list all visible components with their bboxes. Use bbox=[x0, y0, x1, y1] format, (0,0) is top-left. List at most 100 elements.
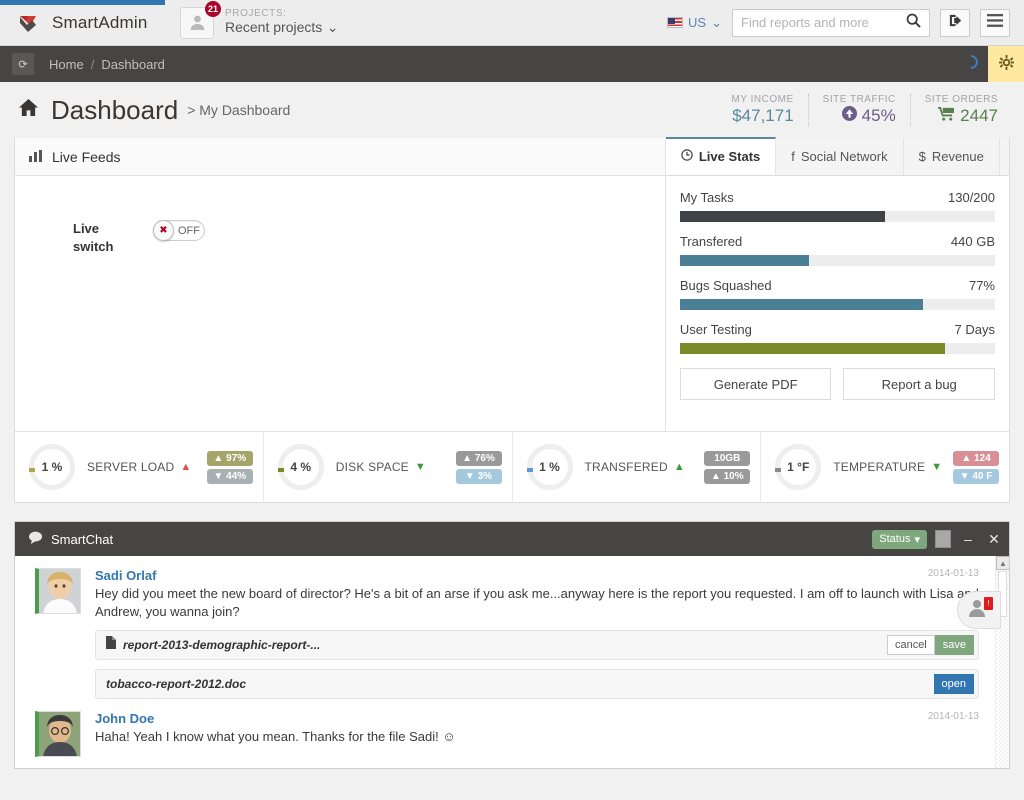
attachment-cancel-button[interactable]: cancel bbox=[886, 635, 935, 655]
page-title: Dashboard bbox=[51, 94, 179, 125]
trend-arrow-icon: ▲ bbox=[180, 461, 192, 473]
attachment-save-button[interactable]: save bbox=[934, 635, 974, 655]
smartchat-panel: SmartChat Status ▾ – ✕ Sadi Orlaf 2014-0… bbox=[14, 521, 1010, 769]
logout-icon bbox=[948, 13, 963, 33]
stat-bugs-squashed: Bugs Squashed 77% bbox=[679, 278, 995, 310]
chat-scrollbar[interactable]: ▲ bbox=[995, 556, 1009, 768]
attachment-filename: tobacco-report-2012.doc bbox=[106, 677, 247, 691]
live-switch-toggle[interactable]: ✖ OFF bbox=[153, 220, 205, 241]
chevron-down-icon: ⌄ bbox=[326, 19, 339, 35]
trend-arrow-icon: ▼ bbox=[931, 461, 943, 473]
kpi-my-income: MY INCOME $47,171 bbox=[718, 94, 809, 126]
metric-pill-high: 10GB bbox=[704, 450, 751, 466]
recent-projects-menu[interactable]: 21 PROJECTS: Recent projects ⌄ bbox=[180, 0, 339, 39]
gauge-value: 1 °F bbox=[787, 460, 810, 474]
close-button[interactable]: ✕ bbox=[985, 531, 1003, 548]
shopping-cart-icon bbox=[938, 106, 955, 126]
chat-author[interactable]: Sadi Orlaf bbox=[95, 568, 156, 583]
kpi-value: $47,171 bbox=[732, 106, 794, 125]
metric-transfered[interactable]: 1 % TRANSFERED ▲ 10GB ▲ 10% bbox=[513, 432, 762, 502]
settings-button[interactable] bbox=[988, 46, 1024, 82]
breadcrumb-separator: / bbox=[90, 56, 95, 72]
stat-value: 77% bbox=[968, 278, 995, 293]
gauge-value: 1 % bbox=[539, 460, 560, 474]
attachment-open-button[interactable]: open bbox=[933, 674, 974, 694]
chat-date: 2014-01-13 bbox=[927, 711, 979, 722]
gauge-value: 1 % bbox=[41, 460, 63, 474]
metric-name: DISK SPACE bbox=[335, 460, 409, 474]
breadcrumb-item-home[interactable]: Home bbox=[49, 57, 84, 72]
metric-pill-high: ▲ 124 bbox=[953, 450, 999, 466]
projects-label: PROJECTS: bbox=[225, 8, 287, 19]
dollar-icon: $ bbox=[918, 149, 926, 164]
stat-user-testing: User Testing 7 Days bbox=[679, 322, 995, 354]
chat-attachment: tobacco-report-2012.doc open bbox=[95, 669, 979, 699]
metric-pill-high: ▲ 97% bbox=[206, 450, 253, 466]
brand-name: SmartAdmin bbox=[52, 12, 148, 32]
trend-arrow-icon: ▼ bbox=[414, 461, 426, 473]
minimize-button[interactable]: – bbox=[959, 531, 977, 547]
kpi-label: MY INCOME bbox=[731, 94, 794, 105]
chat-message: Sadi Orlaf 2014-01-13 Hey did you meet t… bbox=[15, 556, 1009, 699]
status-dropdown[interactable]: Status ▾ bbox=[872, 529, 927, 549]
gauge-ring: 1 % bbox=[526, 444, 573, 490]
home-icon bbox=[18, 98, 39, 123]
kpi-value: 2447 bbox=[960, 106, 998, 125]
smartchat-messages: Sadi Orlaf 2014-01-13 Hey did you meet t… bbox=[15, 556, 1009, 768]
stat-transfered: Transfered 440 GB bbox=[679, 234, 995, 266]
metric-pill-high: ▲ 76% bbox=[455, 450, 502, 466]
tab-live-stats[interactable]: Live Stats bbox=[665, 137, 777, 175]
stat-label: My Tasks bbox=[679, 190, 734, 205]
breadcrumb: Home / Dashboard bbox=[49, 57, 165, 72]
tab-social-network[interactable]: f Social Network bbox=[776, 138, 904, 175]
user-icon: 21 bbox=[180, 0, 221, 39]
metric-pill-low: ▼ 44% bbox=[206, 468, 253, 484]
stat-value: 7 Days bbox=[954, 322, 995, 337]
brand-logo[interactable]: SmartAdmin bbox=[0, 13, 160, 33]
stat-my-tasks: My Tasks 130/200 bbox=[679, 190, 995, 222]
metric-pill-low: ▲ 10% bbox=[704, 468, 751, 484]
live-stats-widget: Live Stats f Social Network $ Revenue My… bbox=[665, 137, 1009, 431]
hamburger-menu-icon bbox=[987, 13, 1003, 32]
avatar bbox=[35, 711, 81, 757]
menu-button[interactable] bbox=[980, 8, 1010, 37]
chat-bubble-icon bbox=[29, 531, 43, 547]
gauge-ring: 1 % bbox=[29, 444, 75, 490]
chat-attachment: report-2013-demographic-report-... cance… bbox=[95, 630, 979, 660]
language-selector[interactable]: US ⌄ bbox=[667, 15, 722, 31]
search-icon[interactable] bbox=[906, 13, 921, 33]
search-input[interactable] bbox=[741, 15, 906, 30]
metric-server-load[interactable]: 1 % SERVER LOAD ▲ ▲ 97% ▼ 44% bbox=[15, 432, 264, 502]
logout-button[interactable] bbox=[940, 8, 970, 37]
chat-author[interactable]: John Doe bbox=[95, 711, 154, 726]
breadcrumb-item-dashboard[interactable]: Dashboard bbox=[101, 57, 165, 72]
kpi-label: SITE ORDERS bbox=[924, 94, 998, 105]
search-box[interactable] bbox=[732, 8, 930, 37]
refresh-button[interactable]: ⟳ bbox=[12, 53, 34, 75]
chevron-down-icon: ⌄ bbox=[711, 14, 722, 30]
kpi-label: SITE TRAFFIC bbox=[822, 94, 896, 105]
restore-window-button[interactable] bbox=[935, 530, 951, 548]
report-bug-button[interactable]: Report a bug bbox=[843, 368, 995, 400]
tab-label: Live Stats bbox=[698, 149, 761, 164]
stat-value: 130/200 bbox=[948, 190, 995, 205]
stats-tabs: Live Stats f Social Network $ Revenue bbox=[665, 137, 1009, 176]
chat-contacts-button[interactable]: ! bbox=[957, 591, 1001, 629]
live-feeds-body: Live switch ✖ OFF bbox=[15, 176, 665, 431]
progress-bar bbox=[679, 343, 995, 354]
live-feeds-header: Live Feeds bbox=[15, 138, 665, 176]
live-switch-state: OFF bbox=[178, 224, 200, 237]
loading-spinner-icon bbox=[954, 54, 988, 74]
status-label: Status bbox=[879, 533, 911, 545]
stat-label: User Testing bbox=[679, 322, 752, 337]
dashboard-board: Live Feeds Live switch ✖ OFF Live Stats … bbox=[14, 137, 1010, 503]
stat-label: Transfered bbox=[679, 234, 743, 249]
metric-temperature[interactable]: 1 °F TEMPERATURE ▼ ▲ 124 ▼ 40 F bbox=[761, 432, 1009, 502]
metric-disk-space[interactable]: 4 % DISK SPACE ▼ ▲ 76% ▼ 3% bbox=[264, 432, 513, 502]
generate-pdf-button[interactable]: Generate PDF bbox=[679, 368, 832, 400]
tab-revenue[interactable]: $ Revenue bbox=[904, 138, 1000, 175]
metric-pill-low: ▼ 3% bbox=[455, 468, 502, 484]
scroll-up-arrow-icon[interactable]: ▲ bbox=[996, 556, 1009, 570]
stat-label: Bugs Squashed bbox=[679, 278, 772, 293]
us-flag-icon bbox=[667, 17, 684, 28]
